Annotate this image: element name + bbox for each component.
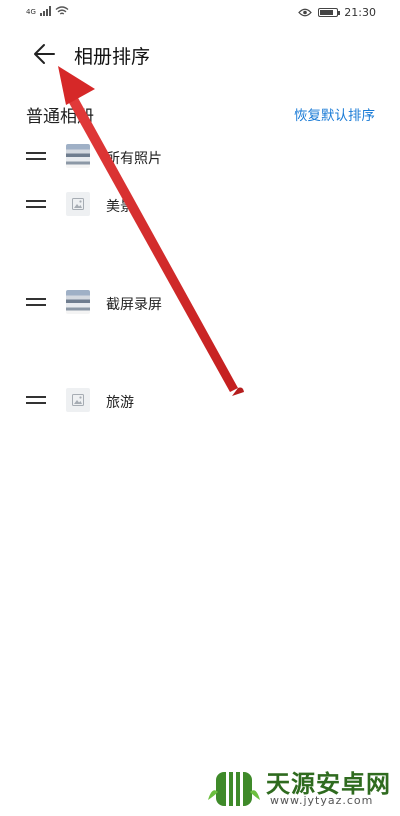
album-thumbnail	[66, 192, 90, 216]
app-header: 相册排序	[0, 34, 400, 74]
album-row[interactable]: 美景	[0, 190, 400, 220]
album-thumbnail	[66, 388, 90, 412]
page-title: 相册排序	[74, 46, 151, 68]
watermark-url: www.jytyaz.com	[270, 794, 374, 807]
section-title: 普通相册	[26, 107, 94, 127]
drag-handle-icon[interactable]	[26, 298, 46, 308]
album-row[interactable]: 旅游	[0, 386, 400, 416]
album-label: 所有照片	[106, 151, 162, 167]
status-time: 21:30	[344, 6, 376, 19]
network-label: 4G	[26, 8, 36, 16]
restore-default-order-button[interactable]: 恢复默认排序	[294, 104, 375, 124]
status-right: 21:30	[298, 6, 376, 19]
album-thumbnail	[66, 144, 90, 168]
wifi-icon	[55, 6, 69, 15]
image-placeholder-icon	[72, 394, 84, 406]
album-label: 美景	[106, 199, 134, 215]
album-row[interactable]: 截屏录屏	[0, 288, 400, 318]
status-bar: 4G 21:30	[0, 0, 400, 26]
watermark-logo-icon	[208, 766, 260, 806]
back-arrow-icon	[34, 44, 55, 64]
drag-handle-icon[interactable]	[26, 152, 46, 162]
album-thumbnail	[66, 290, 90, 314]
eye-icon	[298, 8, 313, 17]
drag-handle-icon[interactable]	[26, 396, 46, 406]
album-row[interactable]: 所有照片	[0, 142, 400, 172]
watermark: 天源安卓网 www.jytyaz.com	[206, 762, 396, 812]
album-label: 截屏录屏	[106, 297, 162, 313]
status-left: 4G	[26, 6, 69, 16]
drag-handle-icon[interactable]	[26, 200, 46, 210]
album-label: 旅游	[106, 395, 134, 411]
signal-icon	[39, 6, 51, 16]
battery-icon	[318, 8, 341, 17]
image-placeholder-icon	[72, 198, 84, 210]
back-button[interactable]	[30, 40, 60, 68]
